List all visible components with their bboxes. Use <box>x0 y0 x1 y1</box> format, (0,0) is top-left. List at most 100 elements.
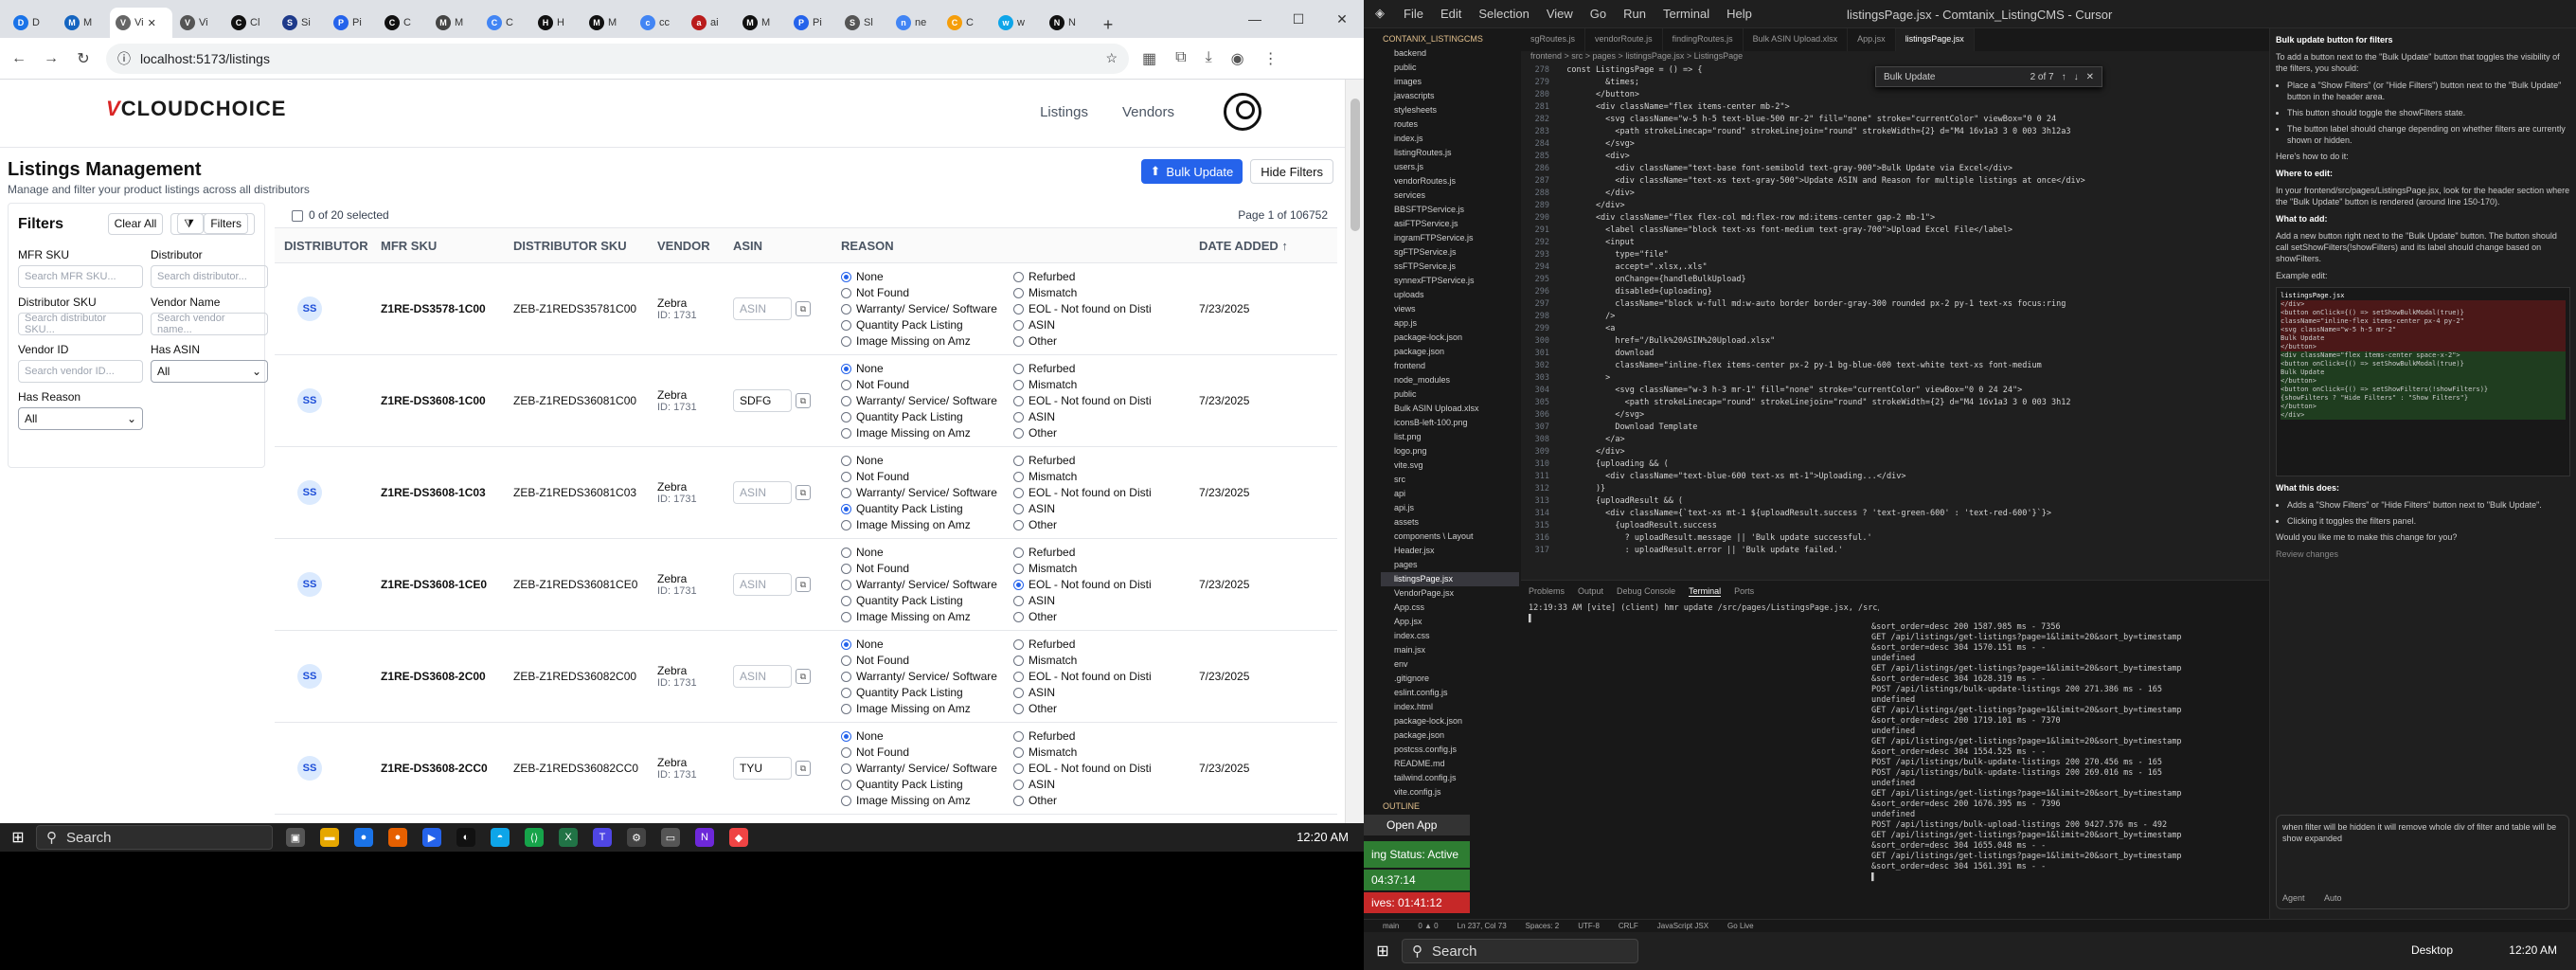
browser-tab[interactable]: HH <box>532 8 581 38</box>
reason-option[interactable]: Not Found <box>841 286 1013 299</box>
radio-button[interactable] <box>1013 595 1024 606</box>
browser-tab[interactable]: S Si <box>277 8 326 38</box>
panel-tab[interactable]: Output <box>1578 586 1603 596</box>
reason-option[interactable]: Warranty/ Service/ Software <box>841 302 1013 315</box>
radio-button[interactable] <box>1013 287 1024 298</box>
status-item[interactable]: main <box>1383 922 1399 930</box>
header-reason[interactable]: REASON <box>841 239 1199 253</box>
radio-button[interactable] <box>841 795 851 806</box>
radio-button[interactable] <box>1013 547 1024 558</box>
reason-option[interactable]: ASIN <box>1013 318 1193 332</box>
tree-item[interactable]: backend <box>1381 46 1519 61</box>
firefox-icon[interactable]: ● <box>388 828 407 847</box>
radio-button[interactable] <box>841 287 851 298</box>
tree-item[interactable]: postcss.config.js <box>1381 743 1519 757</box>
status-item[interactable]: UTF-8 <box>1578 922 1600 930</box>
browser-tab[interactable]: CC <box>481 8 530 38</box>
browser-tab[interactable]: C Cl <box>225 8 275 38</box>
browser-tab[interactable]: MM <box>583 8 633 38</box>
reason-option[interactable]: Image Missing on Amz <box>841 610 1013 623</box>
reason-option[interactable]: Quantity Pack Listing <box>841 778 1013 791</box>
tree-item[interactable]: uploads <box>1381 288 1519 302</box>
taskbar-search[interactable]: ⚲ Search <box>1402 939 1638 963</box>
scroll-thumb[interactable] <box>1351 99 1360 231</box>
radio-button[interactable] <box>841 763 851 774</box>
reason-option[interactable]: Warranty/ Service/ Software <box>841 486 1013 499</box>
reason-option[interactable]: Warranty/ Service/ Software <box>841 394 1013 407</box>
reason-option[interactable]: Other <box>1013 702 1193 715</box>
browser-tab[interactable]: MM <box>59 8 108 38</box>
menu-item[interactable]: Go <box>1590 7 1606 21</box>
app-icon[interactable]: ◐ <box>456 828 475 847</box>
tree-item[interactable]: package-lock.json <box>1381 714 1519 728</box>
radio-button[interactable] <box>841 411 851 422</box>
reason-option[interactable]: EOL - Not found on Disti <box>1013 394 1193 407</box>
radio-button[interactable] <box>841 319 851 331</box>
radio-button[interactable] <box>1013 503 1024 514</box>
taskbar-clock[interactable]: 12:20 AM <box>2509 943 2557 957</box>
bulk-update-button[interactable]: ⬆ Bulk Update <box>1140 159 1243 184</box>
reason-option[interactable]: Quantity Pack Listing <box>841 410 1013 423</box>
tree-item[interactable]: src <box>1381 473 1519 487</box>
editor-tab[interactable]: listingsPage.jsx <box>1895 28 1975 51</box>
radio-button[interactable] <box>1013 455 1024 466</box>
radio-button[interactable] <box>841 595 851 606</box>
reason-option[interactable]: Other <box>1013 426 1193 440</box>
tree-item[interactable]: ingramFTPService.js <box>1381 231 1519 245</box>
radio-button[interactable] <box>1013 411 1024 422</box>
reason-option[interactable]: Warranty/ Service/ Software <box>841 762 1013 775</box>
menu-item[interactable]: File <box>1404 7 1423 21</box>
reason-option[interactable]: Mismatch <box>1013 654 1193 667</box>
tree-item[interactable]: frontend <box>1381 359 1519 373</box>
tree-item[interactable]: components \ Layout <box>1381 530 1519 544</box>
back-icon[interactable]: ← <box>9 50 28 67</box>
radio-button[interactable] <box>841 547 851 558</box>
tree-item[interactable]: users.js <box>1381 160 1519 174</box>
tree-item[interactable]: logo.png <box>1381 444 1519 458</box>
tree-item[interactable]: BBSFTPService.js <box>1381 203 1519 217</box>
tree-item[interactable]: javascripts <box>1381 89 1519 103</box>
tree-item[interactable]: asiFTPService.js <box>1381 217 1519 231</box>
tree-item[interactable]: Bulk ASIN Upload.xlsx <box>1381 402 1519 416</box>
radio-button[interactable] <box>841 455 851 466</box>
radio-button[interactable] <box>841 687 851 698</box>
reason-option[interactable]: None <box>841 362 1013 375</box>
tree-item[interactable]: app.js <box>1381 316 1519 331</box>
file-explorer-icon[interactable]: ▬ <box>320 828 339 847</box>
reason-option[interactable]: Refurbed <box>1013 729 1193 743</box>
asin-input[interactable]: SDFG <box>733 389 792 412</box>
radio-button[interactable] <box>1013 671 1024 682</box>
reason-option[interactable]: Mismatch <box>1013 378 1193 391</box>
tree-item[interactable]: VendorPage.jsx <box>1381 586 1519 601</box>
copy-icon[interactable]: ⧉ <box>796 669 811 684</box>
radio-button[interactable] <box>1013 271 1024 282</box>
url-input[interactable]: ⓘ localhost:5173/listings ☆ <box>106 43 1129 74</box>
radio-button[interactable] <box>1013 487 1024 498</box>
radio-button[interactable] <box>841 671 851 682</box>
tree-item[interactable]: stylesheets <box>1381 103 1519 117</box>
distributor-input[interactable]: Search distributor... <box>151 265 268 288</box>
status-item[interactable]: 0 ▲ 0 <box>1418 922 1438 930</box>
header-asin[interactable]: ASIN <box>733 239 841 253</box>
tree-item[interactable]: api.js <box>1381 501 1519 515</box>
arrow-up-icon[interactable]: ↑ <box>2062 72 2066 82</box>
radio-button[interactable] <box>1013 335 1024 347</box>
radio-button[interactable] <box>1013 638 1024 650</box>
tree-item[interactable]: views <box>1381 302 1519 316</box>
radio-button[interactable] <box>1013 303 1024 314</box>
browser-tab[interactable]: S Sl <box>839 8 888 38</box>
reason-option[interactable]: None <box>841 729 1013 743</box>
reason-option[interactable]: Refurbed <box>1013 454 1193 467</box>
site-info-icon[interactable]: ⓘ <box>117 49 131 68</box>
terminal-left[interactable]: 12:19:33 AM [vite] (client) hmr update /… <box>1529 603 1879 624</box>
tree-item[interactable]: sgFTPService.js <box>1381 245 1519 260</box>
reason-option[interactable]: Not Found <box>841 378 1013 391</box>
hide-filters-button[interactable]: Hide Filters <box>1250 159 1333 184</box>
tree-item[interactable]: listingsPage.jsx <box>1381 572 1519 586</box>
reason-option[interactable]: Refurbed <box>1013 546 1193 559</box>
reason-option[interactable]: Image Missing on Amz <box>841 334 1013 348</box>
radio-button[interactable] <box>1013 563 1024 574</box>
browser-tab[interactable]: V Vi ✕ <box>110 8 172 38</box>
radio-button[interactable] <box>1013 703 1024 714</box>
radio-button[interactable] <box>1013 471 1024 482</box>
